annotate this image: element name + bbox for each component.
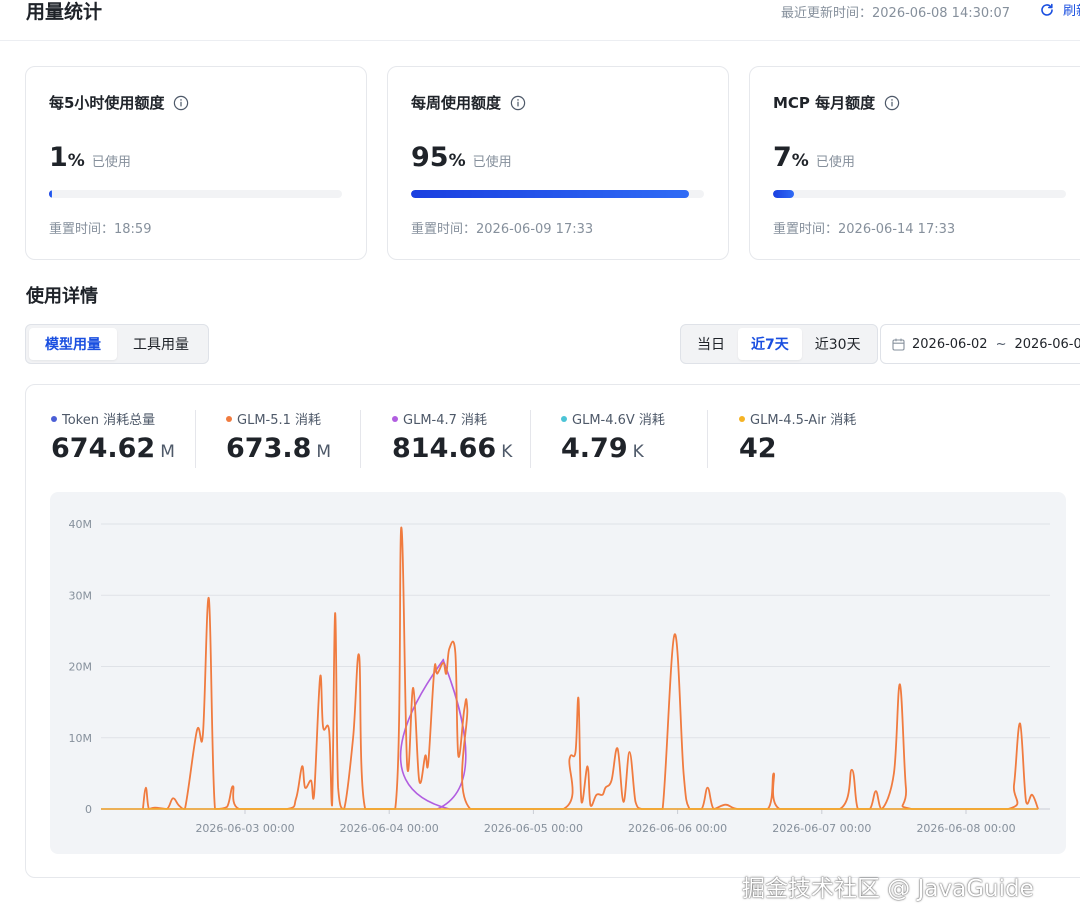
range-30-days[interactable]: 近30天 xyxy=(802,328,874,360)
quota-used-label: 已使用 xyxy=(815,155,855,170)
time-range-tabs: 当日 近7天 近30天 xyxy=(680,324,878,364)
quota-card-5h: 每5小时使用额度 1 % 已使用 重置时间：18:59 xyxy=(25,66,367,260)
watermark: 掘金技术社区 @ JavaGuide xyxy=(742,876,1034,902)
y-tick-label: 30M xyxy=(69,589,93,602)
quota-progress-bar xyxy=(411,190,704,198)
stat-unit: M xyxy=(160,442,175,462)
x-tick-label: 2026-06-05 00:00 xyxy=(484,822,583,835)
x-tick-label: 2026-06-06 00:00 xyxy=(628,822,727,835)
quota-title: 每周使用额度 xyxy=(411,92,526,113)
quota-value: 95 % 已使用 xyxy=(411,142,512,173)
stat-glm-4-7: GLM-4.7 消耗 814.66 K xyxy=(392,409,512,464)
quota-percent-value: 7 xyxy=(773,142,792,173)
range-7-days[interactable]: 近7天 xyxy=(738,328,802,360)
stat-divider xyxy=(195,410,196,468)
stat-value: 673.8 xyxy=(226,433,312,464)
quota-percent-unit: % xyxy=(791,151,809,171)
legend-dot xyxy=(226,415,232,422)
x-tick-label: 2026-06-03 00:00 xyxy=(195,822,294,835)
quota-card-weekly: 每周使用额度 95 % 已使用 重置时间：2026-06-09 17:33 xyxy=(387,66,729,260)
refresh-label: 刷新 xyxy=(1063,4,1080,19)
range-today[interactable]: 当日 xyxy=(684,328,738,360)
stat-value: 674.62 xyxy=(51,433,156,464)
info-icon[interactable] xyxy=(884,95,900,111)
quota-title: 每5小时使用额度 xyxy=(49,92,189,113)
quota-progress-fill xyxy=(773,190,794,198)
stat-label: GLM-4.5-Air 消耗 xyxy=(750,413,857,428)
stat-divider xyxy=(360,410,361,468)
stat-unit: M xyxy=(316,442,332,462)
tab-model-usage[interactable]: 模型用量 xyxy=(29,328,117,360)
info-icon[interactable] xyxy=(510,95,526,111)
stat-value: 4.79 xyxy=(561,433,628,464)
page-header: 用量统计 最近更新时间：2026-06-08 14:30:07 刷新 xyxy=(0,0,1080,41)
legend-dot xyxy=(392,415,398,422)
quota-used-label: 已使用 xyxy=(472,155,512,170)
stat-glm-5-1: GLM-5.1 消耗 673.8 M xyxy=(226,409,331,464)
refresh-button[interactable]: 刷新 xyxy=(1040,0,1080,19)
y-tick-label: 10M xyxy=(69,732,93,745)
legend-dot xyxy=(739,415,745,422)
info-icon[interactable] xyxy=(173,95,189,111)
page-title: 用量统计 xyxy=(26,1,103,23)
y-tick-label: 0 xyxy=(85,803,92,816)
stat-divider xyxy=(530,410,531,468)
date-separator: ~ xyxy=(995,336,1007,352)
stat-divider xyxy=(707,410,708,468)
quota-reset-time: 重置时间：18:59 xyxy=(49,222,152,237)
stat-glm-4-5-air: GLM-4.5-Air 消耗 42 xyxy=(739,409,856,464)
date-from: 2026-06-02 xyxy=(912,336,988,352)
quota-title-text: MCP 每月额度 xyxy=(773,94,876,112)
stat-glm-4-6v: GLM-4.6V 消耗 4.79 K xyxy=(561,409,665,464)
usage-details-title: 使用详情 xyxy=(26,286,98,307)
quota-used-label: 已使用 xyxy=(91,155,131,170)
calendar-icon xyxy=(892,338,905,351)
quota-progress-fill xyxy=(411,190,690,198)
legend-dot xyxy=(561,415,567,422)
quota-progress-bar xyxy=(49,190,342,198)
quota-progress-bar xyxy=(773,190,1066,198)
x-tick-label: 2026-06-07 00:00 xyxy=(772,822,871,835)
x-tick-label: 2026-06-08 00:00 xyxy=(916,822,1015,835)
stat-label: Token 消耗总量 xyxy=(62,413,156,428)
quota-percent-value: 1 xyxy=(49,142,68,173)
legend-dot xyxy=(51,415,57,422)
y-tick-label: 40M xyxy=(69,518,93,531)
y-tick-label: 20M xyxy=(69,661,93,674)
usage-chart-card: Token 消耗总量 674.62 M GLM-5.1 消耗 673.8 M GLM… xyxy=(25,384,1080,878)
refresh-icon xyxy=(1041,3,1053,16)
quota-progress-fill xyxy=(49,190,52,198)
usage-type-tabs: 模型用量 工具用量 xyxy=(25,324,209,364)
date-to: 2026-06-08 xyxy=(1014,336,1080,352)
stat-label: GLM-4.7 消耗 xyxy=(403,413,488,428)
last-update-time: 最近更新时间：2026-06-08 14:30:07 xyxy=(781,6,1011,21)
series-line xyxy=(101,658,1039,810)
quota-percent-value: 95 xyxy=(411,142,449,173)
quota-card-mcp-monthly: MCP 每月额度 7 % 已使用 重置时间：2026-06-14 17:33 xyxy=(749,66,1080,260)
stat-label: GLM-5.1 消耗 xyxy=(237,413,322,428)
stat-value: 814.66 xyxy=(392,433,497,464)
usage-line-chart[interactable]: 0 10M 20M 30M 40M 2026-06-03 00:00 2026-06-04 … xyxy=(50,492,1066,854)
stat-value: 42 xyxy=(739,433,777,464)
quota-title: MCP 每月额度 xyxy=(773,92,900,113)
chart-svg: 0 10M 20M 30M 40M 2026-06-03 00:00 2026-06-04 … xyxy=(69,518,1050,835)
stat-label: GLM-4.6V 消耗 xyxy=(572,413,665,428)
stat-unit: K xyxy=(632,442,644,462)
quota-reset-time: 重置时间：2026-06-14 17:33 xyxy=(773,222,956,237)
quota-reset-time: 重置时间：2026-06-09 17:33 xyxy=(411,222,594,237)
date-range-picker[interactable]: 2026-06-02 ~ 2026-06-08 xyxy=(880,324,1080,364)
quota-title-text: 每5小时使用额度 xyxy=(49,94,165,112)
tab-tool-usage[interactable]: 工具用量 xyxy=(117,328,205,360)
quota-percent-unit: % xyxy=(67,151,85,171)
quota-value: 1 % 已使用 xyxy=(49,142,131,173)
stat-unit: K xyxy=(501,442,513,462)
quota-title-text: 每周使用额度 xyxy=(411,94,502,112)
series-line xyxy=(142,526,1039,810)
x-tick-label: 2026-06-04 00:00 xyxy=(340,822,439,835)
stat-total-tokens: Token 消耗总量 674.62 M xyxy=(51,409,175,464)
quota-value: 7 % 已使用 xyxy=(773,142,855,173)
quota-percent-unit: % xyxy=(448,151,466,171)
